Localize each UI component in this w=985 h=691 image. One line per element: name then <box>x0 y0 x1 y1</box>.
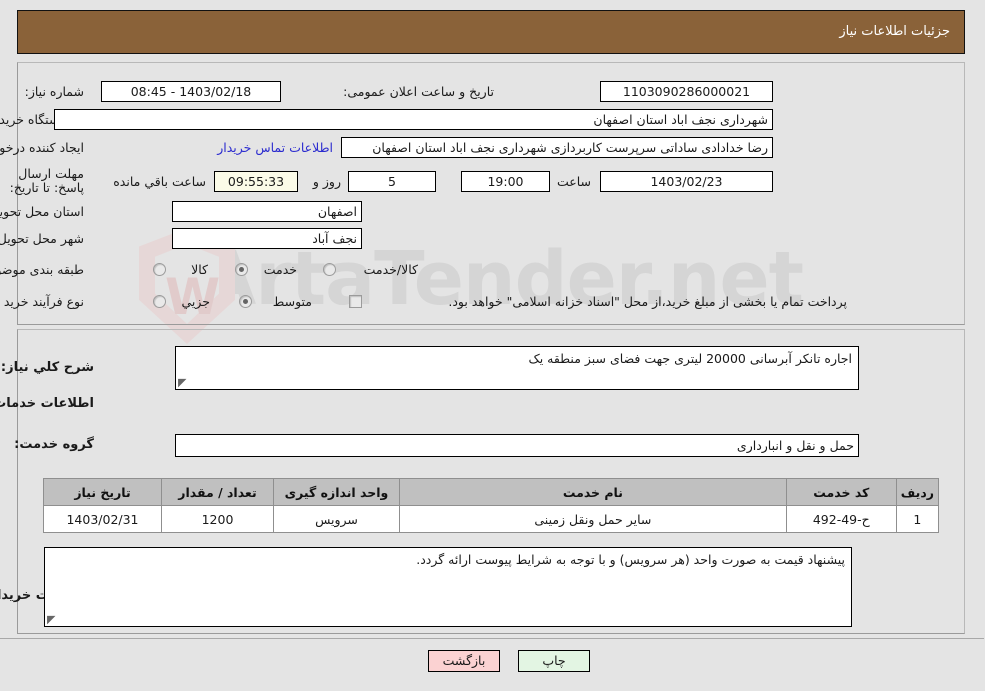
requester-value: رضا خدادادی ساداتی سرپرست کاربردازی شهرد… <box>342 137 774 158</box>
treasury-bond-checkbox[interactable] <box>350 295 363 308</box>
announce-datetime-label: تاریخ و ساعت اعلان عمومی: <box>344 84 495 99</box>
cell-row-no: 1 <box>896 505 941 533</box>
category-radio-kala-khedmat[interactable] <box>324 263 337 276</box>
category-radio-kala[interactable] <box>154 263 167 276</box>
delivery-city-value: نجف آباد <box>173 228 363 249</box>
back-button[interactable]: بازگشت <box>429 650 501 672</box>
need-summary-value: اجاره تانکر آبرسانی 20000 لیتری جهت فضای… <box>529 351 854 366</box>
table-row[interactable]: 1 ح-49-492 سایر حمل ونقل زمینی سرویس 120… <box>44 505 941 533</box>
service-group-label: گروه خدمت: <box>15 437 95 452</box>
announce-datetime-value: 1403/02/18 - 08:45 <box>102 81 282 102</box>
col-need-date: تاریخ نیاز <box>44 478 163 506</box>
deadline-time-label: ساعت <box>557 174 592 189</box>
purchase-option-motevaset: متوسط <box>273 294 313 309</box>
need-number-value: 1103090286000021 <box>601 81 774 102</box>
category-option-kala-khedmat: کالا/خدمت <box>364 262 419 277</box>
category-label: طبقه بندی موضوعی: <box>0 262 85 277</box>
need-summary-textarea[interactable]: اجاره تانکر آبرسانی 20000 لیتری جهت فضای… <box>176 346 860 390</box>
delivery-city-label: شهر محل تحویل: <box>0 231 85 246</box>
service-group-value: حمل و نقل و انبارداری <box>176 434 860 457</box>
page-title: جزئیات اطلاعات نیاز <box>840 24 951 39</box>
need-summary-label: شرح کلي نیاز: <box>1 360 95 375</box>
buyer-notes-value: پیشنهاد قیمت به صورت واحد (هر سرویس) و ب… <box>417 552 846 567</box>
deadline-label: مهلت ارسال پاسخ: تا تاریخ: <box>10 166 85 195</box>
col-unit: واحد اندازه گیری <box>274 478 401 506</box>
treasury-bond-note: پرداخت تمام یا بخشی از مبلغ خرید،از محل … <box>449 294 848 309</box>
category-radio-khedmat[interactable] <box>236 263 249 276</box>
deadline-countdown-value: 09:55:33 <box>215 171 299 192</box>
deadline-days-value: 5 <box>349 171 437 192</box>
services-section-heading: اطلاعات خدمات مورد نیاز <box>0 396 95 411</box>
purchase-option-jozee: جزیي <box>182 294 211 309</box>
deadline-date-value: 1403/02/23 <box>601 171 774 192</box>
cell-service-name: سایر حمل ونقل زمینی <box>400 505 788 533</box>
purchase-radio-jozee[interactable] <box>154 295 167 308</box>
cell-need-date: 1403/02/31 <box>44 505 163 533</box>
resize-grip-icon[interactable]: ◥ <box>179 376 189 389</box>
buyer-org-value: شهرداری نجف اباد استان اصفهان <box>55 109 774 130</box>
cell-quantity: 1200 <box>162 505 275 533</box>
table-header-row: ردیف کد خدمت نام خدمت واحد اندازه گیری ت… <box>44 478 941 506</box>
col-service-name: نام خدمت <box>400 478 788 506</box>
resize-grip-icon-2[interactable]: ◥ <box>48 613 58 626</box>
page-root: ArtaTender.net W جزئیات اطلاعات نیاز شما… <box>0 0 985 691</box>
delivery-province-value: اصفهان <box>173 201 363 222</box>
delivery-province-label: استان محل تحویل: <box>0 204 85 219</box>
category-option-khedmat: خدمت <box>264 262 298 277</box>
cell-service-code: ح-49-492 <box>786 505 898 533</box>
category-option-kala: کالا <box>192 262 209 277</box>
print-button[interactable]: چاپ <box>519 650 591 672</box>
col-quantity: تعداد / مقدار <box>162 478 275 506</box>
deadline-time-value: 19:00 <box>462 171 551 192</box>
purchase-process-label: نوع فرآیند خرید : <box>0 294 85 309</box>
need-number-label: شماره نیاز: <box>25 84 85 99</box>
requester-label: ایجاد کننده درخواست: <box>0 140 85 155</box>
deadline-countdown-label: ساعت باقي مانده <box>114 174 207 189</box>
purchase-radio-motevaset[interactable] <box>240 295 253 308</box>
deadline-days-label: روز و <box>313 174 342 189</box>
services-table: ردیف کد خدمت نام خدمت واحد اندازه گیری ت… <box>44 478 941 533</box>
col-service-code: کد خدمت <box>786 478 898 506</box>
page-title-bar: جزئیات اطلاعات نیاز <box>18 10 966 54</box>
col-row-no: ردیف <box>896 478 941 506</box>
footer-divider <box>0 638 985 639</box>
cell-unit: سرویس <box>274 505 401 533</box>
buyer-contact-link[interactable]: اطلاعات تماس خریدار <box>218 140 334 155</box>
buyer-notes-textarea[interactable]: پیشنهاد قیمت به صورت واحد (هر سرویس) و ب… <box>45 547 853 627</box>
